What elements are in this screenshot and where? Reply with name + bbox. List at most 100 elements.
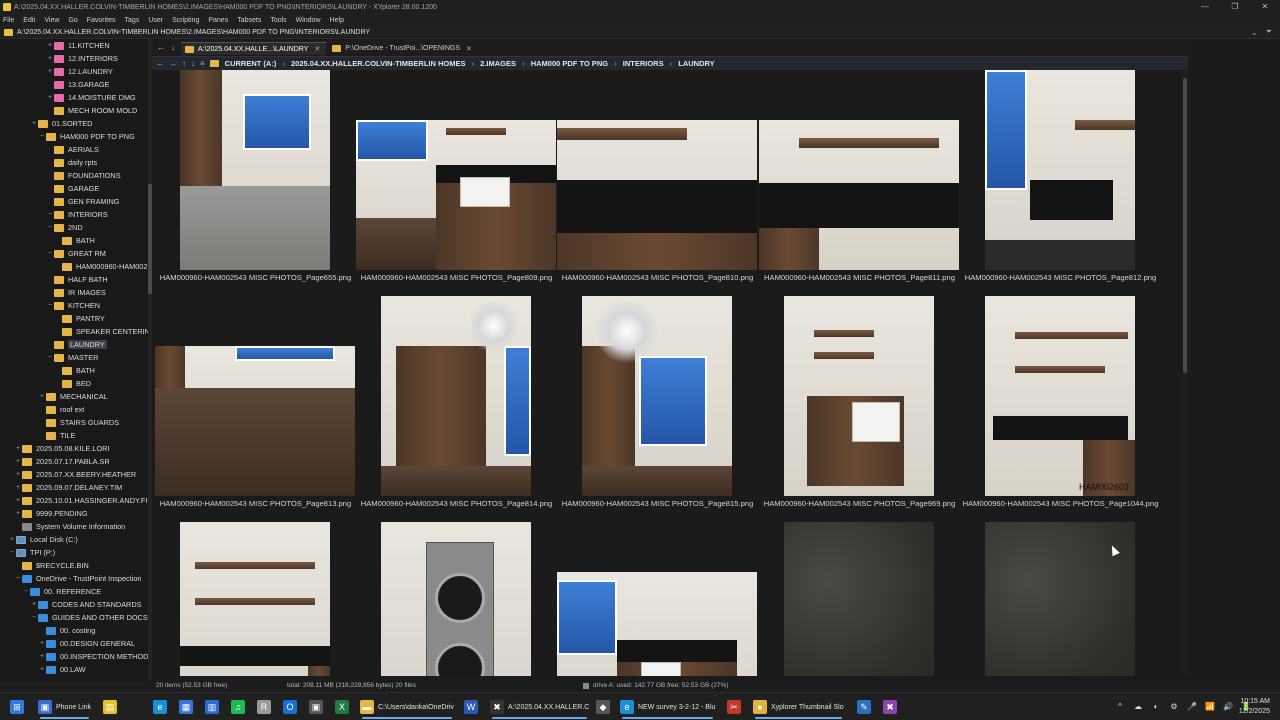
tree-item-bath[interactable]: BATH	[54, 364, 95, 377]
expand-toggle-icon[interactable]: +	[46, 55, 54, 62]
thumbnail-item[interactable]: HAM000960-HAM002543 MISC PHOTOS_Page655.…	[155, 70, 356, 290]
tree-item-local-disk-c-[interactable]: + Local Disk (C:)	[8, 533, 78, 546]
breadcrumb-separator-icon[interactable]: ›	[282, 59, 285, 68]
taskbar-ps[interactable]: ✎	[857, 699, 875, 715]
breadcrumb-interiors[interactable]: INTERIORS	[623, 59, 664, 68]
taskbar-survey[interactable]: e NEW survey 3-2-12 - Blu	[620, 699, 715, 719]
thumbnail-item[interactable]: HAM000960-HAM002543 MISC PHOTOS_Page815.…	[557, 296, 758, 516]
back-icon[interactable]: ←	[156, 59, 164, 68]
chevron-down-icon[interactable]: ⌄	[1251, 28, 1258, 37]
tree-item-master[interactable]: − MASTER	[46, 351, 98, 364]
taskbar-edge[interactable]: e	[153, 699, 171, 715]
tray-icon[interactable]: ^	[1115, 702, 1125, 712]
tray-icon[interactable]: ☁	[1133, 702, 1143, 712]
address-path[interactable]: A:\2025.04.XX.HALLER.COLVIN-TIMBERLIN HO…	[17, 29, 1251, 36]
thumbnail-item[interactable]: HAM000960-HAM002543 MISC PHOTOS_Page811.…	[759, 70, 960, 290]
expand-toggle-icon[interactable]: +	[46, 68, 54, 75]
filter-icon[interactable]: ⏷	[1266, 27, 1272, 37]
menu-item-edit[interactable]: Edit	[23, 17, 35, 24]
menu-item-scripting[interactable]: Scripting	[172, 17, 199, 24]
tree-item-onedrive-trustpoint-inspection[interactable]: − OneDrive - TrustPoint Inspection	[14, 572, 142, 585]
tree-item-2025-05-08-kile-lori[interactable]: +2025.05.08.KILE.LORI	[14, 442, 109, 455]
forward-icon[interactable]: →	[169, 59, 177, 68]
grid-scrollbar-thumb[interactable]	[1183, 78, 1187, 373]
breadcrumb-separator-icon[interactable]: ›	[614, 59, 617, 68]
thumbnail-grid[interactable]: HAM000960-HAM002543 MISC PHOTOS_Page655.…	[152, 70, 1182, 676]
thumbnail-item[interactable]: HAM000960-HAM002543 MISC PHOTOS_Page814.…	[356, 296, 557, 516]
taskbar-spotify[interactable]: ♫	[231, 699, 249, 715]
breadcrumb-ham000-pdf-to-png[interactable]: HAM000 PDF TO PNG	[531, 59, 608, 68]
expand-toggle-icon[interactable]: +	[38, 653, 46, 660]
expand-toggle-icon[interactable]: −	[46, 224, 54, 231]
thumbnail-item[interactable]	[155, 522, 356, 676]
tree-item-00-law[interactable]: +00.LAW	[38, 663, 86, 676]
tree-item-guides-and-other-docs[interactable]: − GUIDES AND OTHER DOCS	[30, 611, 148, 624]
thumbnail-item[interactable]: HAM002603 HAM000960-HAM002543 MISC PHOTOS…	[960, 296, 1161, 516]
tree-item-mechanical[interactable]: + MECHANICAL	[38, 390, 108, 403]
tree-item-bath[interactable]: BATH	[54, 234, 95, 247]
taskbar-tool[interactable]: ✂	[727, 699, 745, 715]
menu-item-tabsets[interactable]: Tabsets	[237, 17, 261, 24]
expand-toggle-icon[interactable]: −	[46, 250, 54, 257]
expand-toggle-icon[interactable]: −	[46, 354, 54, 361]
tree-item-daily-rpts[interactable]: daily rpts	[46, 156, 97, 169]
minimize-button[interactable]: —	[1190, 0, 1220, 14]
menu-item-go[interactable]: Go	[68, 17, 77, 24]
maximize-button[interactable]: ❐	[1220, 0, 1250, 14]
tree-item-half-bath[interactable]: HALF BATH	[46, 273, 108, 286]
thumbnail-item[interactable]	[960, 522, 1161, 676]
thumbnail-item[interactable]: HAM000960-HAM002543 MISC PHOTOS_Page812.…	[960, 70, 1161, 290]
thumbnail-item[interactable]: HAM000960-HAM002543 MISC PHOTOS_Page813.…	[155, 296, 356, 516]
breadcrumb-2025-04-xx-haller-colvin-timberlin-homes[interactable]: 2025.04.XX.HALLER.COLVIN-TIMBERLIN HOMES	[291, 59, 465, 68]
tree-item-00-costing[interactable]: 00. costing	[38, 624, 95, 637]
expand-toggle-icon[interactable]: +	[38, 640, 46, 647]
tree-item-foundations[interactable]: FOUNDATIONS	[46, 169, 121, 182]
tab-dropdown-icon[interactable]: ↓	[171, 43, 175, 52]
menu-item-view[interactable]: View	[44, 17, 59, 24]
tree-item-14-moisture-dmg[interactable]: +14.MOISTURE DMG	[46, 91, 136, 104]
tree-item-stairs-guards[interactable]: STAIRS GUARDS	[38, 416, 119, 429]
tray-icon[interactable]: ◐	[1151, 702, 1161, 712]
close-tab-icon[interactable]: ✕	[466, 45, 472, 53]
expand-toggle-icon[interactable]: +	[14, 445, 22, 452]
expand-toggle-icon[interactable]: −	[46, 302, 54, 309]
menu-item-tags[interactable]: Tags	[125, 17, 140, 24]
expand-toggle-icon[interactable]: −	[8, 549, 16, 556]
taskbar-xy2[interactable]: ✖	[883, 699, 901, 715]
expand-toggle-icon[interactable]: +	[46, 94, 54, 101]
tree-item-great-rm[interactable]: − GREAT RM	[46, 247, 106, 260]
taskbar-vpn[interactable]: ◆	[596, 699, 614, 715]
tree-item-bed[interactable]: BED	[54, 377, 91, 390]
thumbnail-item[interactable]	[759, 522, 960, 676]
clock[interactable]: 10:15 AM 12/2/2025	[1239, 697, 1270, 717]
tree-item-aerials[interactable]: AERIALS	[46, 143, 99, 156]
tray-icon[interactable]: 📶	[1205, 702, 1215, 712]
tree-item-2025-10-01-hassinger-andy-fin[interactable]: +2025.10.01.HASSINGER.ANDY.FIN	[14, 494, 148, 507]
taskbar-explorer[interactable]: ▬ C:\Users\danka\OneDriv	[360, 699, 454, 719]
tree-item-system-volume-information[interactable]: System Volume Information	[14, 520, 125, 533]
taskbar-phone-link[interactable]: ▣ Phone Link	[38, 699, 91, 719]
tree-item-12-laundry[interactable]: +12.LAUNDRY	[46, 65, 113, 78]
thumbnail-item[interactable]: HAM000960-HAM002543 MISC PHOTOS_Page809.…	[356, 70, 557, 290]
expand-toggle-icon[interactable]: −	[22, 588, 30, 595]
tree-item-kitchen[interactable]: − KITCHEN	[46, 299, 100, 312]
up-icon[interactable]: ↑	[182, 59, 186, 68]
tree-item-laundry[interactable]: LAUNDRY	[46, 338, 107, 351]
expand-toggle-icon[interactable]: +	[14, 471, 22, 478]
expand-toggle-icon[interactable]: +	[14, 458, 22, 465]
taskbar-store[interactable]: ▦	[179, 699, 197, 715]
breadcrumb-separator-icon[interactable]: ›	[472, 59, 475, 68]
tray-icon[interactable]: 🔊	[1223, 702, 1233, 712]
expand-toggle-icon[interactable]: −	[14, 575, 22, 582]
thumbnail-item[interactable]: HAM000960-HAM002543 MISC PHOTOS_Page810.…	[557, 70, 758, 290]
expand-toggle-icon[interactable]: +	[8, 536, 16, 543]
expand-toggle-icon[interactable]: −	[38, 133, 46, 140]
down-icon[interactable]: ↓	[191, 59, 195, 68]
tree-item--recycle-bin[interactable]: $RECYCLE.BIN	[14, 559, 89, 572]
tab-openings[interactable]: P:\OneDrive - TrustPoi...\OPENINGS ✕	[328, 42, 478, 55]
taskbar-word[interactable]: W	[464, 699, 482, 715]
menu-item-window[interactable]: Window	[296, 17, 321, 24]
expand-toggle-icon[interactable]: +	[14, 484, 22, 491]
tab-back-icon[interactable]: ←	[157, 43, 165, 52]
breadcrumb-current-a-[interactable]: CURRENT (A:)	[225, 59, 277, 68]
